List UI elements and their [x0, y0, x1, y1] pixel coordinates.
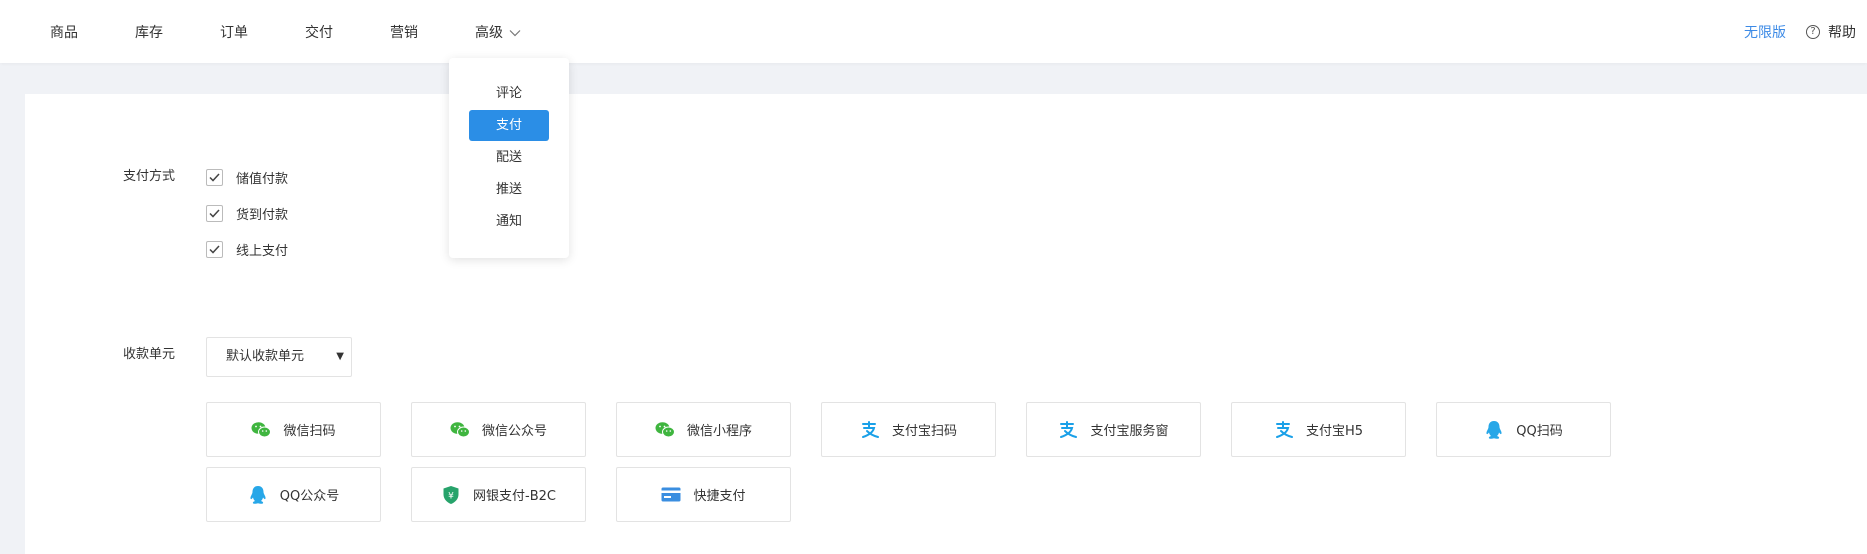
checkbox-label: 线上支付 — [236, 244, 289, 259]
bank-shield-icon: ¥ — [441, 485, 461, 505]
pay-channel-quick-pay[interactable]: 快捷支付 — [616, 467, 791, 522]
pay-channel-label: 微信小程序 — [686, 424, 752, 439]
wechat-icon — [450, 420, 470, 440]
menu-item-shipping[interactable]: 配送 — [469, 142, 549, 173]
pay-channel-label: 网银支付-B2C — [473, 489, 556, 504]
wechat-icon — [655, 420, 675, 440]
pay-channel-label: 支付宝扫码 — [891, 424, 957, 439]
pay-channel-wechat-scan[interactable]: 微信扫码 — [206, 402, 381, 457]
nav-item-orders[interactable]: 订单 — [220, 22, 248, 42]
pay-channel-wechat-official[interactable]: 微信公众号 — [411, 402, 586, 457]
checkbox-label: 储值付款 — [236, 172, 289, 187]
collection-unit-select[interactable]: 默认收款单元 ▼ — [206, 337, 352, 377]
nav-item-inventory[interactable]: 库存 — [135, 22, 163, 42]
pay-channel-qq-official[interactable]: QQ公众号 — [206, 467, 381, 522]
edition-link[interactable]: 无限版 — [1744, 22, 1786, 42]
pay-channel-label: 微信扫码 — [283, 424, 336, 439]
checkmark-icon — [209, 173, 220, 182]
nav-item-marketing[interactable]: 营销 — [390, 22, 418, 42]
nav-item-delivery[interactable]: 交付 — [305, 22, 333, 42]
wechat-icon — [251, 420, 272, 440]
pay-channel-qq-scan[interactable]: QQ扫码 — [1436, 402, 1611, 457]
checkmark-icon — [209, 209, 220, 218]
pay-channel-wechat-miniprogram[interactable]: 微信小程序 — [616, 402, 791, 457]
nav-item-advanced-label: 高级 — [475, 25, 503, 41]
pay-channel-alipay-h5[interactable]: 支付宝H5 — [1231, 402, 1406, 457]
payment-method-label: 支付方式 — [123, 169, 176, 184]
pay-channel-label: 微信公众号 — [481, 424, 547, 439]
checkbox-label: 货到付款 — [236, 208, 289, 223]
top-right-actions: 无限版 ? 帮助 — [1744, 22, 1856, 42]
chevron-down-icon — [509, 25, 521, 41]
pay-channel-label: 快捷支付 — [693, 489, 746, 504]
svg-text:¥: ¥ — [448, 491, 454, 501]
checkmark-icon — [209, 245, 220, 254]
alipay-icon — [1058, 420, 1078, 440]
pay-channel-bank-b2c[interactable]: ¥ 网银支付-B2C — [411, 467, 586, 522]
menu-item-notifications[interactable]: 通知 — [469, 206, 549, 237]
nav-item-advanced[interactable]: 高级 — [475, 22, 521, 42]
card-icon — [661, 485, 681, 505]
caret-down-icon: ▼ — [336, 351, 344, 362]
checkbox-online[interactable] — [206, 241, 223, 258]
advanced-dropdown-menu: 评论 支付 配送 推送 通知 — [449, 58, 569, 258]
alipay-icon — [860, 420, 880, 440]
help-label: 帮助 — [1828, 25, 1856, 41]
top-navigation-bar: 商品 库存 订单 交付 营销 高级 无限版 ? 帮助 — [0, 0, 1867, 63]
menu-item-push[interactable]: 推送 — [469, 174, 549, 205]
collection-unit-label: 收款单元 — [123, 347, 176, 362]
nav-item-products[interactable]: 商品 — [50, 22, 78, 42]
checkbox-cod[interactable] — [206, 205, 223, 222]
payment-option-stored-value[interactable]: 储值付款 — [206, 168, 288, 187]
collection-unit-value: 默认收款单元 — [226, 349, 305, 364]
pay-channel-label: 支付宝H5 — [1305, 424, 1364, 439]
qq-icon — [248, 485, 268, 505]
pay-channel-label: QQ公众号 — [279, 489, 340, 504]
help-button[interactable]: ? 帮助 — [1806, 22, 1856, 42]
pay-channel-alipay-scan[interactable]: 支付宝扫码 — [821, 402, 996, 457]
menu-item-reviews[interactable]: 评论 — [469, 78, 549, 109]
alipay-icon — [1274, 420, 1294, 440]
pay-channel-alipay-service[interactable]: 支付宝服务窗 — [1026, 402, 1201, 457]
pay-channel-label: 支付宝服务窗 — [1090, 424, 1169, 439]
checkbox-stored-value[interactable] — [206, 169, 223, 186]
menu-item-payment[interactable]: 支付 — [469, 110, 549, 141]
qq-icon — [1484, 420, 1504, 440]
pay-channel-label: QQ扫码 — [1516, 424, 1563, 439]
payment-option-cod[interactable]: 货到付款 — [206, 204, 288, 223]
question-icon: ? — [1806, 25, 1820, 39]
payment-option-online[interactable]: 线上支付 — [206, 240, 288, 259]
